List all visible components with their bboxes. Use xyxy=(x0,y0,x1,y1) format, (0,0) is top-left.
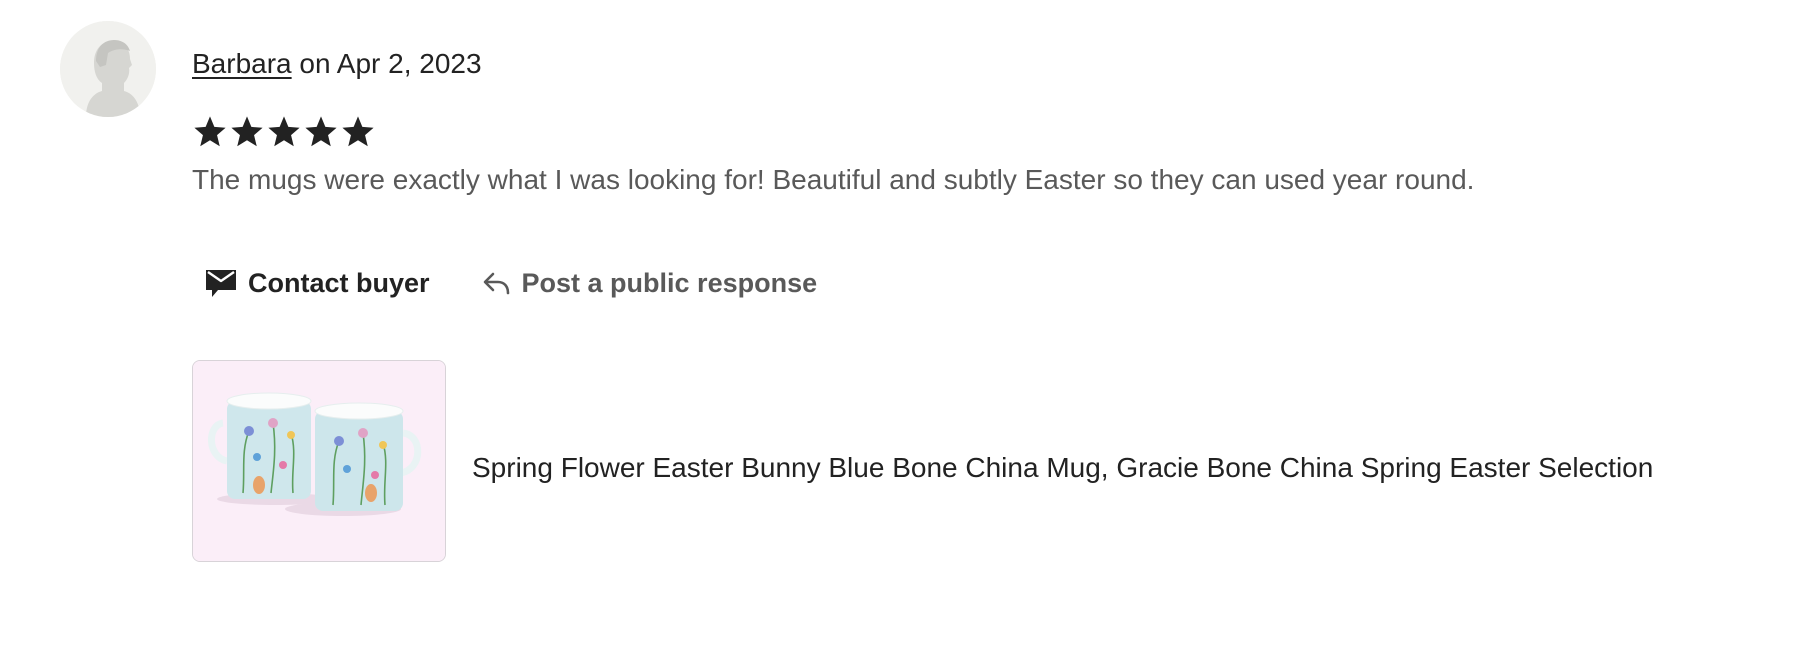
review-text: The mugs were exactly what I was looking… xyxy=(192,164,1475,195)
listing-title-link[interactable]: Spring Flower Easter Bunny Blue Bone Chi… xyxy=(472,450,1653,486)
default-user-silhouette-icon xyxy=(60,21,156,117)
reviewer-name-link[interactable]: Barbara xyxy=(192,48,292,79)
contact-buyer-label: Contact buyer xyxy=(248,267,430,298)
avatar[interactable] xyxy=(60,21,156,117)
contact-buyer-button[interactable]: Contact buyer xyxy=(204,267,430,299)
star-icon xyxy=(303,114,339,150)
star-icon xyxy=(266,114,302,150)
mugs-product-image xyxy=(193,361,445,561)
star-icon xyxy=(340,114,376,150)
star-icon xyxy=(192,114,228,150)
star-rating xyxy=(192,114,376,150)
envelope-icon xyxy=(206,270,236,297)
review-actions: Contact buyer Post a public response xyxy=(204,267,817,299)
star-icon xyxy=(229,114,265,150)
review-byline: Barbara on Apr 2, 2023 xyxy=(192,46,482,82)
review-date: Apr 2, 2023 xyxy=(336,48,482,79)
post-public-response-button[interactable]: Post a public response xyxy=(482,267,818,299)
date-prefix: on xyxy=(299,48,331,79)
reply-arrow-icon xyxy=(483,272,509,295)
listing-thumbnail[interactable] xyxy=(192,360,446,562)
post-public-response-label: Post a public response xyxy=(521,267,818,298)
